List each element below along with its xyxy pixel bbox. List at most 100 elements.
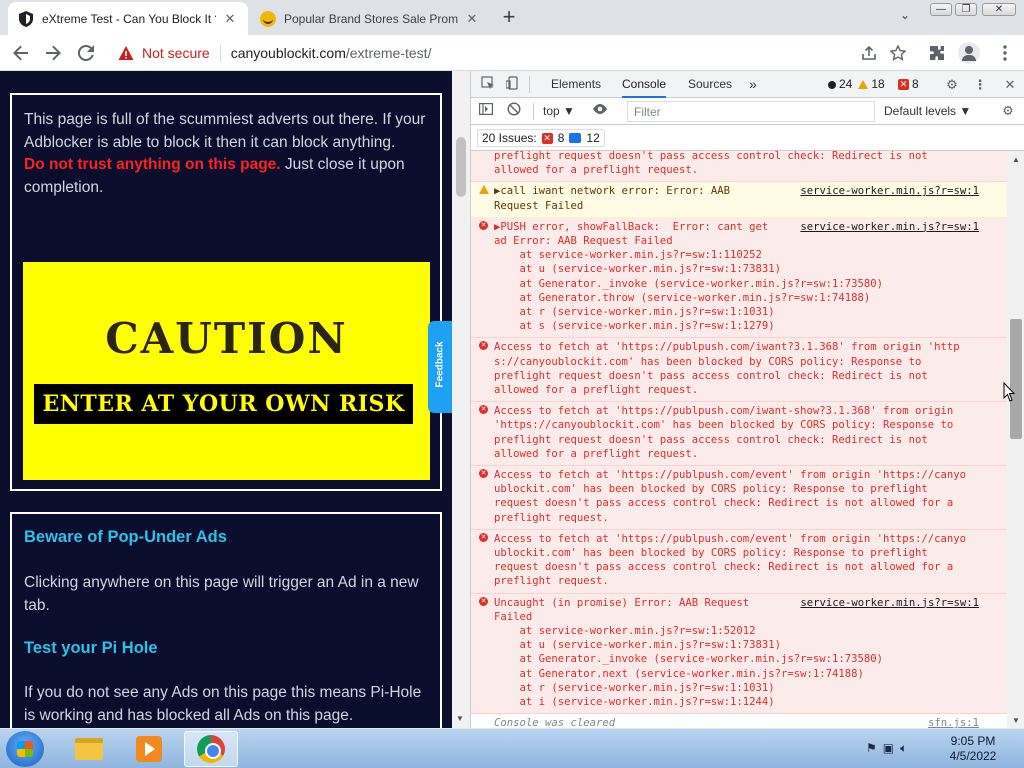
url-text[interactable]: canyoublockit.com/extreme-test/ (231, 45, 432, 61)
tab-elements[interactable]: Elements (551, 71, 601, 98)
devtools-tab-bar: Elements Console Sources » 24 18 ✕ 8 ⚙ ⋮ … (471, 71, 1024, 98)
feedback-button[interactable]: Feedback (428, 321, 452, 413)
close-tab-icon[interactable]: ✕ (222, 11, 238, 27)
tab-strip: eXtreme Test - Can You Block It ? ✕ Popu… (0, 0, 1024, 35)
console-filter-input[interactable]: Filter (627, 101, 875, 122)
console-source-link[interactable]: service-worker.min.js?r=sw:1 (800, 220, 979, 234)
web-page: This page is full of the scummiest adver… (0, 71, 470, 728)
share-icon[interactable] (857, 41, 881, 65)
beware-paragraph: Clicking anywhere on this page will trig… (24, 574, 419, 614)
devtools-menu-icon[interactable]: ⋮ (971, 76, 989, 94)
pihole-heading: Test your Pi Hole (24, 639, 158, 657)
console-error-entry[interactable]: ✕ Access to fetch at 'https://publpush.co… (471, 338, 1007, 403)
caution-title: CAUTION (105, 314, 348, 363)
close-devtools-icon[interactable]: ✕ (1001, 76, 1019, 94)
error-circle-icon: ✕ (479, 405, 488, 415)
windows-taskbar: ⚑ ▣ 🔈︎ 9:05 PM 4/5/2022 (0, 728, 1024, 768)
tab-sources[interactable]: Sources (688, 71, 732, 98)
error-circle-icon: ✕ (479, 220, 488, 230)
issues-count-badge[interactable]: ✕ 8 (898, 76, 919, 93)
console-message-text: preflight request doesn't pass access co… (494, 151, 928, 177)
inspect-element-icon[interactable] (479, 76, 497, 94)
console-settings-gear-icon[interactable]: ⚙ (999, 102, 1017, 120)
clock-time: 9:05 PM (950, 734, 996, 748)
tab-search-icon[interactable]: ⌄ (895, 8, 915, 26)
error-square-icon: ✕ (898, 79, 909, 90)
console-error-entry[interactable]: ✕ Access to fetch at 'https://publpush.co… (471, 466, 1007, 530)
console-error-entry[interactable]: ✕ Access to fetch at 'https://publpush.co… (471, 529, 1007, 594)
warning-triangle-icon (858, 80, 869, 89)
beware-heading: Beware of Pop-Under Ads (24, 528, 227, 546)
error-circle-icon: ✕ (479, 341, 488, 351)
close-window-button[interactable]: ✕ (980, 0, 1018, 18)
more-tabs-chevron-icon[interactable]: » (749, 71, 757, 98)
not-secure-label[interactable]: Not secure (142, 45, 210, 61)
live-expression-eye-icon[interactable] (591, 102, 609, 120)
console-warning-entry[interactable]: ▶call iwant network error: Error: AAB Re… (471, 182, 1007, 218)
context-selector[interactable]: top ▼ (543, 104, 575, 118)
divider (219, 44, 221, 62)
sidebar-toggle-icon[interactable] (477, 102, 495, 120)
error-square-icon: ✕ (541, 132, 553, 144)
intro-card: This page is full of the scummiest adver… (10, 93, 442, 491)
console-scroll-thumb[interactable] (1010, 319, 1022, 439)
system-clock[interactable]: 9:05 PM 4/5/2022 (938, 734, 1008, 764)
back-arrow-icon[interactable] (9, 41, 33, 65)
console-error-entry[interactable]: ✕ Access to fetch at 'https://publpush.co… (471, 402, 1007, 466)
console-message-text: ▶PUSH error, showFallBack: Error: cant g… (494, 220, 884, 333)
console-cleared-message: Console was cleared (494, 717, 616, 728)
kebab-menu-icon[interactable] (993, 41, 1017, 65)
page-scrollbar[interactable]: ▼ (452, 71, 470, 728)
action-center-flag-icon[interactable]: ⚑ (866, 741, 877, 756)
start-button-icon[interactable] (6, 731, 44, 767)
console-message-text: Access to fetch at 'https://publpush.com… (494, 532, 966, 588)
clock-date: 4/5/2022 (949, 749, 997, 763)
device-toolbar-icon[interactable] (504, 76, 522, 94)
info-card: Beware of Pop-Under Ads Clicking anywher… (10, 512, 442, 728)
tab-title: Popular Brand Stores Sale Promo (284, 11, 458, 26)
console-error-entry[interactable]: ✕ ▶PUSH error, showFallBack: Error: cant … (471, 217, 1007, 339)
error-circle-icon: ✕ (479, 596, 488, 606)
minimize-button[interactable]: — (928, 0, 954, 18)
bookmark-star-icon[interactable] (886, 41, 910, 65)
feedback-label: Feedback (434, 341, 446, 388)
extensions-puzzle-icon[interactable] (925, 41, 949, 65)
tab-brand-stores[interactable]: Popular Brand Stores Sale Promo ✕ (250, 2, 490, 35)
issues-bar: 20 Issues: ✕ 8 12 (471, 125, 1024, 151)
maximize-button[interactable]: ❐ (954, 0, 978, 18)
error-count-badge[interactable]: 24 18 (828, 76, 885, 93)
chrome-taskbar-icon[interactable] (184, 731, 238, 767)
tab-console[interactable]: Console (622, 71, 667, 98)
console-error-entry[interactable]: ✕ Uncaught (in promise) Error: AAB Reques… (471, 593, 1007, 715)
reload-icon[interactable] (74, 41, 98, 65)
warning-triangle-icon (479, 185, 489, 195)
error-circle-icon: ✕ (479, 469, 488, 478)
scroll-down-arrow-icon[interactable]: ▼ (456, 714, 464, 723)
forward-arrow-icon[interactable] (41, 41, 65, 65)
volume-icon[interactable]: 🔈︎ (900, 741, 907, 756)
console-scrollbar[interactable]: ▲ ▼ (1007, 151, 1024, 728)
caution-banner[interactable]: CAUTION ENTER AT YOUR OWN RISK (23, 262, 430, 480)
scroll-up-arrow-icon[interactable]: ▲ (1012, 155, 1020, 164)
issues-button[interactable]: 20 Issues: ✕ 8 12 (477, 129, 605, 147)
media-player-icon[interactable] (122, 731, 176, 767)
console-message-text: Access to fetch at 'https://publpush.com… (494, 341, 960, 396)
settings-gear-icon[interactable]: ⚙ (943, 76, 961, 94)
tab-extreme-test[interactable]: eXtreme Test - Can You Block It ? ✕ (8, 2, 248, 35)
console-error-entry[interactable]: preflight request doesn't pass access co… (471, 151, 1007, 183)
file-explorer-icon[interactable] (62, 731, 116, 767)
new-tab-button[interactable]: + (498, 6, 520, 29)
console-log[interactable]: preflight request doesn't pass access co… (471, 151, 1007, 728)
console-source-link[interactable]: service-worker.min.js?r=sw:1 (800, 596, 979, 610)
profile-avatar-icon[interactable] (958, 42, 980, 64)
network-icon[interactable]: ▣ (883, 741, 894, 756)
scroll-down-arrow-icon[interactable]: ▼ (1012, 716, 1020, 725)
address-bar[interactable]: Not secure canyoublockit.com/extreme-tes… (108, 39, 828, 67)
close-tab-icon[interactable]: ✕ (464, 11, 480, 27)
devtools-panel: Elements Console Sources » 24 18 ✕ 8 ⚙ ⋮ … (470, 71, 1024, 728)
console-source-link[interactable]: sfn.js:1 (928, 716, 979, 728)
page-scroll-thumb[interactable] (456, 137, 466, 197)
clear-console-icon[interactable] (505, 102, 523, 120)
console-source-link[interactable]: service-worker.min.js?r=sw:1 (800, 184, 979, 198)
log-levels-dropdown[interactable]: Default levels ▼ (884, 104, 971, 118)
